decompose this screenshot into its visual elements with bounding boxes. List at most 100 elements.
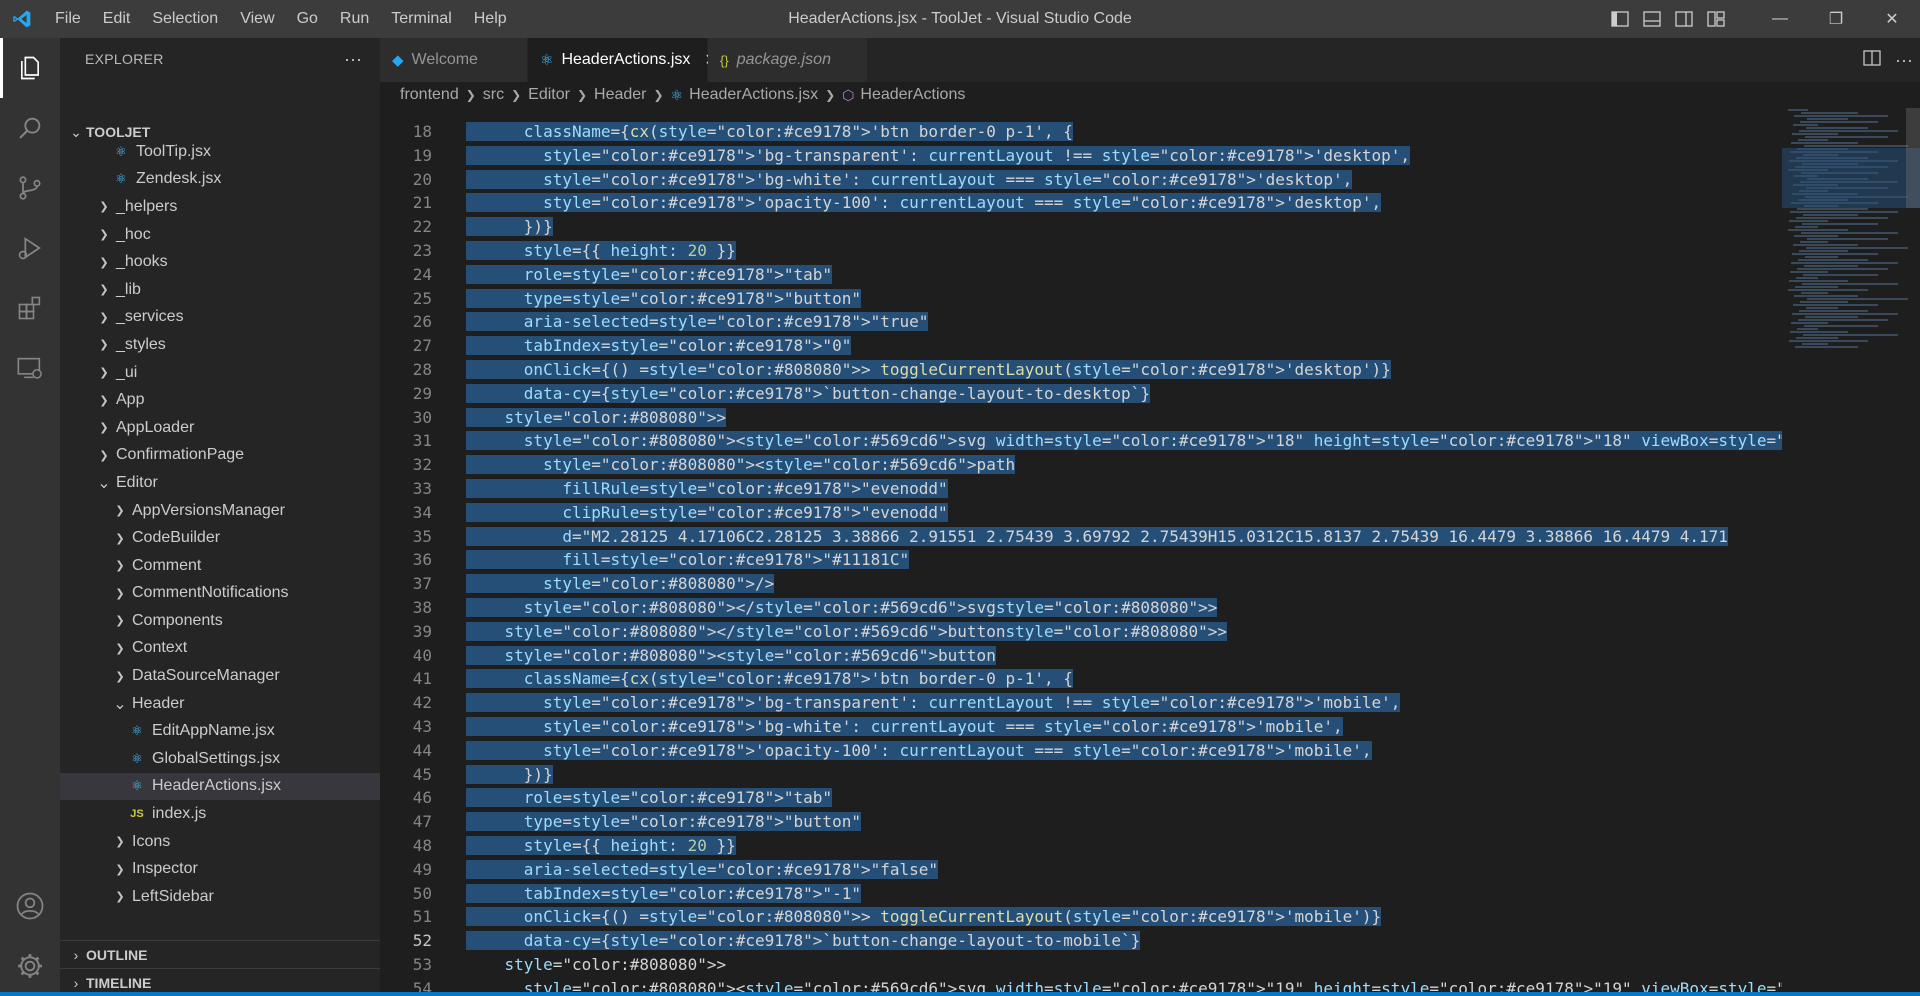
customize-layout-icon[interactable]: [1700, 0, 1732, 38]
code-line[interactable]: 45 })}: [380, 763, 1782, 787]
breadcrumb-item[interactable]: HeaderActions.jsx: [689, 86, 818, 104]
code-line[interactable]: 40 style="color:#808080"><style="color:#…: [380, 644, 1782, 668]
account-icon[interactable]: [0, 876, 60, 936]
tree-folder[interactable]: ❯ _ui: [60, 359, 380, 387]
tree-folder[interactable]: ❯ LeftSidebar: [60, 883, 380, 908]
toggle-panel-icon[interactable]: [1636, 0, 1668, 38]
restore-button[interactable]: ❐: [1808, 0, 1864, 38]
code-line[interactable]: 20 style="color:#ce9178">'bg-white': cur…: [380, 168, 1782, 192]
breadcrumb-item[interactable]: src: [483, 86, 504, 104]
more-actions-icon[interactable]: ···: [344, 49, 362, 70]
tree-file[interactable]: ⚛ EditAppName.jsx: [60, 717, 380, 745]
code-line[interactable]: 37 style="color:#808080">/>: [380, 572, 1782, 596]
minimize-button[interactable]: —: [1752, 0, 1808, 38]
code-line[interactable]: 30 style="color:#808080">>: [380, 406, 1782, 430]
code-line[interactable]: 24 role=style="color:#ce9178">"tab": [380, 263, 1782, 287]
code-line[interactable]: 44 style="color:#ce9178">'opacity-100': …: [380, 739, 1782, 763]
tree-folder[interactable]: ❯ Context: [60, 635, 380, 663]
tree-folder[interactable]: ❯ DataSourceManager: [60, 662, 380, 690]
code-line[interactable]: 19 style="color:#ce9178">'bg-transparent…: [380, 144, 1782, 168]
code-line[interactable]: 49 aria-selected=style="color:#ce9178">"…: [380, 858, 1782, 882]
tree-folder[interactable]: ❯ CodeBuilder: [60, 524, 380, 552]
code-line[interactable]: 43 style="color:#ce9178">'bg-white': cur…: [380, 715, 1782, 739]
code-line[interactable]: 28 onClick={() =style="color:#808080">> …: [380, 358, 1782, 382]
code-line[interactable]: 50 tabIndex=style="color:#ce9178">"-1": [380, 882, 1782, 906]
code-line[interactable]: 48 style={{ height: 20 }}: [380, 834, 1782, 858]
code-line[interactable]: 35 d="M2.28125 4.17106C2.28125 3.38866 2…: [380, 525, 1782, 549]
breadcrumb-item[interactable]: Header: [594, 86, 646, 104]
minimap-slider[interactable]: [1906, 108, 1920, 208]
menu-selection[interactable]: Selection: [141, 0, 229, 38]
tree-folder[interactable]: ❯ _lib: [60, 276, 380, 304]
tree-folder[interactable]: ❯ _services: [60, 304, 380, 332]
tree-file[interactable]: ⚛ ToolTip.jsx: [60, 138, 380, 166]
toggle-secondary-sidebar-icon[interactable]: [1668, 0, 1700, 38]
code-line[interactable]: 22 })}: [380, 215, 1782, 239]
code-line[interactable]: 33 fillRule=style="color:#ce9178">"eveno…: [380, 477, 1782, 501]
code-line[interactable]: 53 style="color:#808080">>: [380, 953, 1782, 977]
tab-welcome[interactable]: ◆ Welcome: [380, 38, 528, 82]
search-icon[interactable]: [0, 98, 60, 158]
code-editor[interactable]: 18 className={cx(style="color:#ce9178">'…: [380, 108, 1782, 996]
menu-go[interactable]: Go: [286, 0, 329, 38]
tree-folder[interactable]: ❯ Components: [60, 607, 380, 635]
settings-gear-icon[interactable]: [0, 936, 60, 996]
outline-section-header[interactable]: › OUTLINE: [60, 940, 380, 968]
menu-run[interactable]: Run: [329, 0, 380, 38]
breadcrumb-item[interactable]: HeaderActions: [860, 86, 965, 104]
code-line[interactable]: 52 data-cy={style="color:#ce9178">`butto…: [380, 929, 1782, 953]
tree-folder[interactable]: ❯ ConfirmationPage: [60, 442, 380, 470]
code-line[interactable]: 27 tabIndex=style="color:#ce9178">"0": [380, 334, 1782, 358]
tree-folder[interactable]: ❯ Inspector: [60, 855, 380, 883]
code-line[interactable]: 23 style={{ height: 20 }}: [380, 239, 1782, 263]
tree-file[interactable]: JS index.js: [60, 800, 380, 828]
tree-file[interactable]: ⚛ Zendesk.jsx: [60, 166, 380, 194]
menu-view[interactable]: View: [229, 0, 285, 38]
tree-folder[interactable]: ❯ Icons: [60, 828, 380, 856]
tree-folder[interactable]: ⌄ Editor: [60, 469, 380, 497]
split-editor-icon[interactable]: [1856, 49, 1888, 71]
tree-folder[interactable]: ❯ AppLoader: [60, 414, 380, 442]
close-window-button[interactable]: ✕: [1864, 0, 1920, 38]
explorer-icon[interactable]: [0, 38, 60, 98]
code-line[interactable]: 47 type=style="color:#ce9178">"button": [380, 810, 1782, 834]
code-line[interactable]: 26 aria-selected=style="color:#ce9178">"…: [380, 310, 1782, 334]
menu-terminal[interactable]: Terminal: [380, 0, 462, 38]
breadcrumb-item[interactable]: Editor: [528, 86, 570, 104]
tree-folder[interactable]: ❯ _hooks: [60, 248, 380, 276]
source-control-icon[interactable]: [0, 158, 60, 218]
tree-folder[interactable]: ❯ App: [60, 386, 380, 414]
tree-file[interactable]: ⚛ GlobalSettings.jsx: [60, 745, 380, 773]
code-line[interactable]: 25 type=style="color:#ce9178">"button": [380, 287, 1782, 311]
code-line[interactable]: 31 style="color:#808080"><style="color:#…: [380, 429, 1782, 453]
menu-edit[interactable]: Edit: [92, 0, 142, 38]
code-line[interactable]: 39 style="color:#808080"></style="color:…: [380, 620, 1782, 644]
tree-folder[interactable]: ❯ Comment: [60, 552, 380, 580]
tree-folder[interactable]: ❯ _hoc: [60, 221, 380, 249]
code-line[interactable]: 32 style="color:#808080"><style="color:#…: [380, 453, 1782, 477]
code-line[interactable]: 46 role=style="color:#ce9178">"tab": [380, 786, 1782, 810]
breadcrumb-item[interactable]: frontend: [400, 86, 459, 104]
code-line[interactable]: 29 data-cy={style="color:#ce9178">`butto…: [380, 382, 1782, 406]
extensions-icon[interactable]: [0, 278, 60, 338]
remote-explorer-icon[interactable]: [0, 338, 60, 398]
tree-folder[interactable]: ❯ AppVersionsManager: [60, 497, 380, 525]
code-line[interactable]: 36 fill=style="color:#ce9178">"#11181C": [380, 548, 1782, 572]
more-actions-icon[interactable]: ···: [1888, 50, 1920, 71]
code-line[interactable]: 21 style="color:#ce9178">'opacity-100': …: [380, 191, 1782, 215]
code-line[interactable]: 18 className={cx(style="color:#ce9178">'…: [380, 120, 1782, 144]
code-line[interactable]: 38 style="color:#808080"></style="color:…: [380, 596, 1782, 620]
minimap[interactable]: [1782, 108, 1920, 996]
toggle-primary-sidebar-icon[interactable]: [1604, 0, 1636, 38]
tree-folder[interactable]: ⌄ Header: [60, 690, 380, 718]
tab-headeractions-jsx[interactable]: ⚛HeaderActions.jsx✕: [528, 38, 718, 82]
run-debug-icon[interactable]: [0, 218, 60, 278]
tree-folder[interactable]: ❯ _styles: [60, 331, 380, 359]
tree-folder[interactable]: ❯ _helpers: [60, 193, 380, 221]
tree-folder[interactable]: ❯ CommentNotifications: [60, 580, 380, 608]
tab-package-json[interactable]: {} package.json: [708, 38, 868, 82]
menu-file[interactable]: File: [44, 0, 92, 38]
code-line[interactable]: 41 className={cx(style="color:#ce9178">'…: [380, 667, 1782, 691]
menu-help[interactable]: Help: [463, 0, 518, 38]
code-line[interactable]: 51 onClick={() =style="color:#808080">> …: [380, 905, 1782, 929]
